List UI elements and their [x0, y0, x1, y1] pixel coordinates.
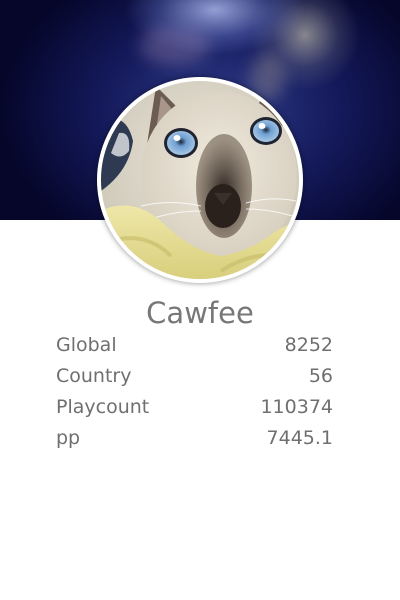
avatar-frame	[97, 77, 303, 283]
stat-label: Country	[56, 365, 132, 387]
stat-label: pp	[56, 427, 81, 449]
stat-row-pp: pp 7445.1	[56, 423, 333, 454]
avatar[interactable]	[101, 81, 299, 279]
stat-value: 7445.1	[266, 427, 333, 449]
stats-table: Global 8252 Country 56 Playcount 110374 …	[56, 330, 333, 454]
cover-blur-shape	[140, 25, 210, 65]
username: Cawfee	[146, 296, 254, 330]
stat-value: 56	[308, 365, 333, 387]
siamese-kitten-avatar-icon	[101, 81, 299, 279]
stat-row-playcount: Playcount 110374	[56, 392, 333, 423]
stat-row-country: Country 56	[56, 361, 333, 392]
stat-label: Playcount	[56, 396, 150, 418]
stat-label: Global	[56, 334, 117, 356]
stat-row-global: Global 8252	[56, 330, 333, 361]
stat-value: 110374	[260, 396, 333, 418]
stat-value: 8252	[284, 334, 333, 356]
